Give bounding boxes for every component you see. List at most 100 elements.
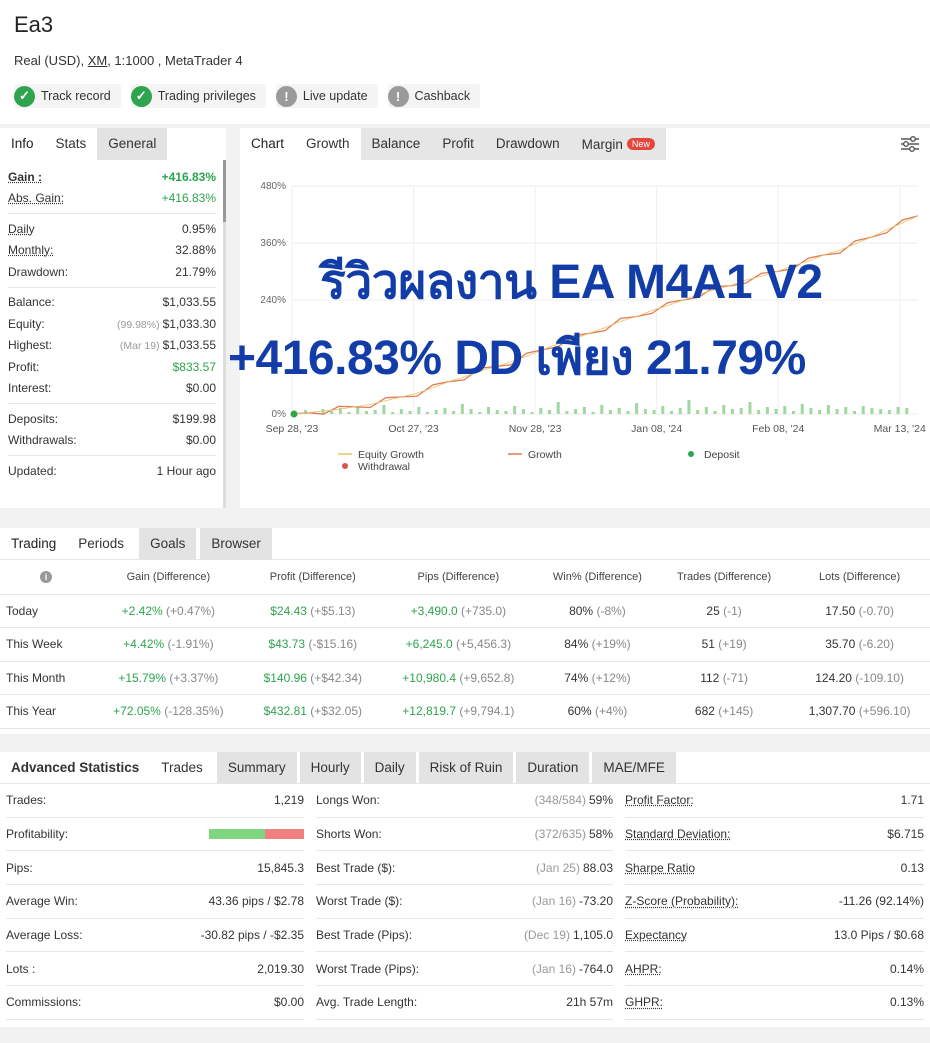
table-row: Today +2.42% (+0.47%) $24.43 (+$5.13) +3,49… [0,594,930,628]
win-value: 84% [564,637,589,652]
legend-label-equity: Equity Growth [358,449,424,461]
daily-gain-bar [399,409,403,414]
badge-track-record[interactable]: ✓ Track record [14,84,121,108]
trading-tabs: Trading Periods Goals Browser [0,528,930,560]
stat-row: Trades: 1,219 [6,784,304,818]
monthly-label[interactable]: Monthly: [8,243,53,257]
daily-gain-bar [652,410,656,414]
stat-row: Longs Won: (348/584) 59% [316,784,613,818]
stat-label-link[interactable]: Standard Deviation: [625,827,730,841]
gain-value: +15.79% [118,670,167,685]
highest-note: (Mar 19) [119,340,160,353]
chart-settings-icon[interactable] [900,134,920,154]
cell-win: 60% (+4%) [535,694,660,729]
tab-trades[interactable]: Trades [150,752,214,783]
tab-browser[interactable]: Browser [200,528,272,559]
stat-value-wrap: (Jan 16) -764.0 [532,962,613,976]
tab-hourly[interactable]: Hourly [299,752,361,783]
equity-label: Equity: [8,316,45,331]
stat-label-link[interactable]: Expectancy [625,928,687,942]
badge-trading-privileges[interactable]: ✓ Trading privileges [130,84,266,108]
stat-value-wrap: (Jan 25) 88.03 [536,861,613,875]
tab-duration[interactable]: Duration [516,752,590,783]
advanced-tabs: Advanced Statistics Trades Summary Hourl… [0,752,930,784]
stat-value: 43.36 pips / $2.78 [208,894,304,909]
stat-row: Pips: 15,845.3 [6,851,304,886]
cell-win: 84% (+19%) [535,627,660,662]
tab-periods[interactable]: Periods [67,528,136,559]
tab-advanced-statistics[interactable]: Advanced Statistics [0,752,151,783]
stat-value: 1,219 [273,793,304,808]
equity-note: (99.98%) [117,318,160,331]
gain-difference: (-128.35%) [164,704,224,719]
col-pips: Pips (Difference) [380,560,536,595]
badge-live-update[interactable]: ! Live update [275,84,378,108]
tab-risk-of-ruin[interactable]: Risk of Ruin [418,752,514,783]
cell-trades: 25 (-1) [659,594,790,628]
tab-growth[interactable]: Growth [295,128,361,160]
tab-chart[interactable]: Chart [240,128,296,160]
col-gain: Gain (Difference) [92,560,245,595]
lots-difference: (-0.70) [858,603,894,618]
tab-balance[interactable]: Balance [360,128,432,160]
abs-gain-label[interactable]: Abs. Gain: [8,191,64,205]
daily-gain-bar [722,405,726,414]
cell-pips: +3,490.0 (+735.0) [380,594,536,628]
daily-gain-bar [548,410,551,414]
legend-label-growth: Growth [528,449,562,461]
check-icon: ✓ [130,85,152,107]
tab-summary[interactable]: Summary [216,752,297,783]
account-subtitle: Real (USD), XM, 1:1000 , MetaTrader 4 [14,53,243,68]
profit-value: $140.96 [263,670,307,685]
tab-profit[interactable]: Profit [431,128,485,160]
info-list: Gain : +416.83% Abs. Gain: +416.83% Daily 0… [0,166,226,482]
x-tick-label: Mar 13, '24 [874,423,926,435]
stat-value: 2,019.30 [257,961,304,976]
cell-lots: 124.20 (-109.10) [789,661,930,695]
tab-stats[interactable]: Stats [44,128,98,160]
tab-mae-mfe[interactable]: MAE/MFE [592,752,676,783]
stat-value: 0.13 [900,860,924,875]
daily-gain-bar [330,411,334,414]
cell-lots: 1,307.70 (+596.10) [789,694,930,729]
stat-row: Worst Trade (Pips): (Jan 16) -764.0 [316,952,613,987]
stat-label: Average Loss: [6,928,83,943]
stat-label-link[interactable]: Profit Factor: [625,793,694,807]
tab-general[interactable]: General [97,128,168,160]
highest-value: $1,033.55 [162,338,216,353]
tab-daily[interactable]: Daily [363,752,416,783]
cell-profit: $140.96 (+$42.34) [244,661,381,695]
stat-label: Average Win: [6,894,78,909]
tab-drawdown[interactable]: Drawdown [484,128,571,160]
daily-gain-bar [539,408,543,414]
withdrawals-label: Withdrawals: [8,433,77,448]
stat-label-link[interactable]: Sharpe Ratio [625,861,695,875]
pips-value: +10,980.4 [402,670,457,685]
daily-label[interactable]: Daily [8,222,35,236]
info-icon[interactable]: i [40,570,52,583]
gain-label[interactable]: Gain : [8,170,42,184]
daily-gain-bar [792,411,795,414]
highest-label: Highest: [8,338,53,353]
tab-trading[interactable]: Trading [0,528,68,559]
badge-cashback[interactable]: ! Cashback [387,84,481,108]
col-win: Win% (Difference) [535,560,660,595]
balance-label: Balance: [8,295,55,310]
tab-margin[interactable]: Margin New [570,128,666,160]
tab-info[interactable]: Info [0,128,45,160]
stat-value: $0.00 [273,995,304,1010]
table-row: This Week +4.42% (-1.91%) $43.73 (-$15.16)… [0,627,930,662]
period-label: This Week [0,627,92,662]
stat-value-wrap: (Jan 16) -73.20 [532,894,613,908]
lots-value: 17.50 [825,603,856,618]
pips-value: +3,490.0 [410,603,458,618]
broker-link[interactable]: XM [88,53,108,68]
daily-gain-bar [800,404,804,414]
stat-note: (372/635) [534,827,586,842]
stat-label-link[interactable]: Z-Score (Probability): [625,894,738,908]
stat-label-link[interactable]: AHPR: [625,962,662,976]
info-scrollbar[interactable] [223,160,226,508]
tab-goals[interactable]: Goals [139,528,197,559]
daily-gain-bar [495,410,499,414]
stat-label-link[interactable]: GHPR: [625,995,663,1009]
